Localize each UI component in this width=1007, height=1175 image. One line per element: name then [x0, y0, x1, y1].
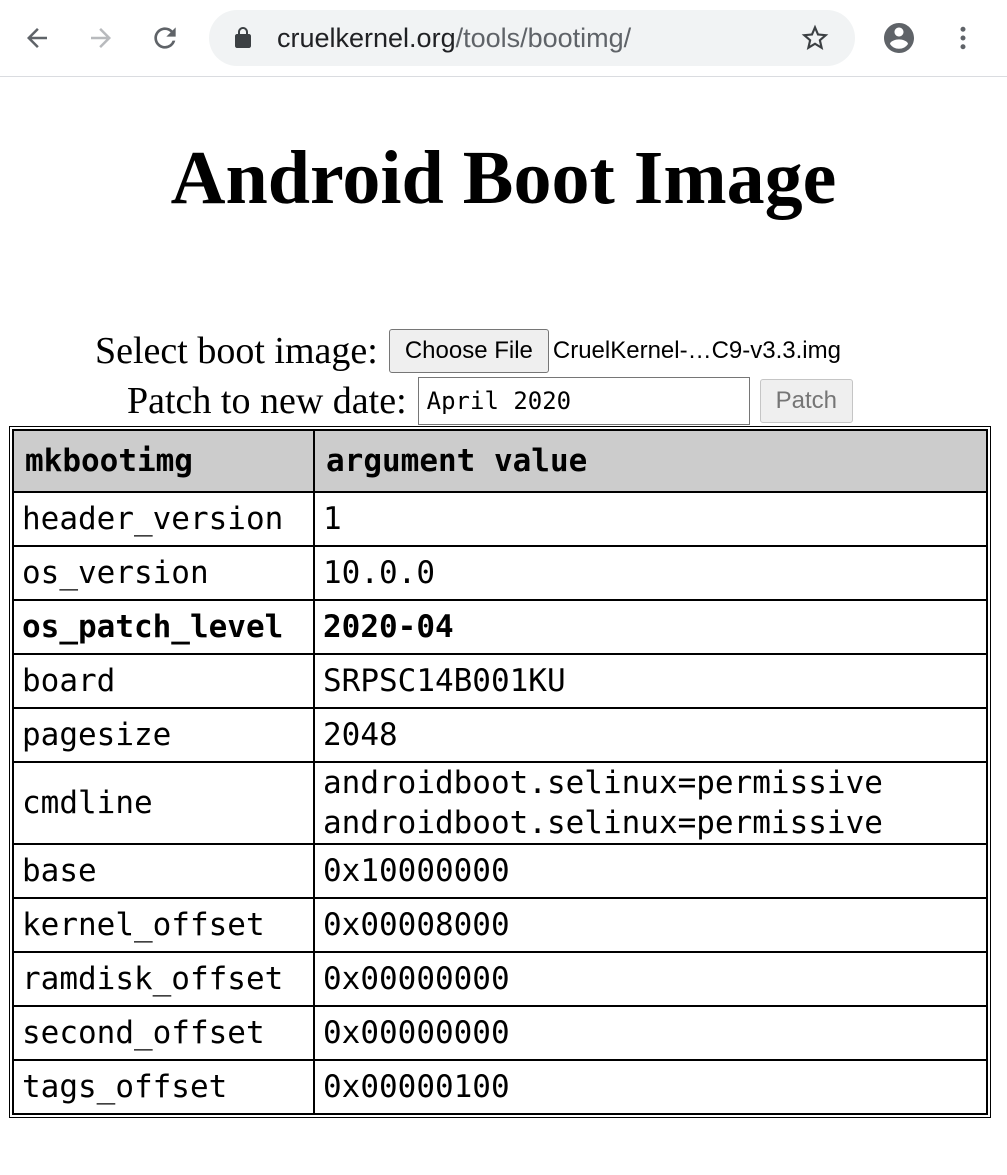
patch-button[interactable]: Patch: [759, 379, 854, 423]
page-title: Android Boot Image: [170, 136, 837, 220]
table-row: base 0x10000000: [13, 844, 987, 898]
header-mkbootimg: mkbootimg: [13, 430, 314, 492]
menu-button[interactable]: [939, 14, 987, 62]
url-path: /tools/bootimg/: [455, 23, 632, 53]
star-icon[interactable]: [799, 22, 831, 54]
row-name: second_offset: [13, 1006, 314, 1060]
table-row: cmdline androidboot.selinux=permissive a…: [13, 762, 987, 844]
table-row: second_offset 0x00000000: [13, 1006, 987, 1060]
address-bar[interactable]: cruelkernel.org/tools/bootimg/: [209, 10, 855, 66]
row-value: 1: [314, 492, 987, 546]
row-name: cmdline: [13, 762, 314, 844]
boot-image-table: mkbootimg argument value header_version …: [9, 426, 991, 1118]
cmdline-line: androidboot.selinux=permissive: [323, 805, 883, 841]
table-row: os_patch_level 2020-04: [13, 600, 987, 654]
patch-date-label: Patch to new date:: [127, 380, 407, 422]
row-name: board: [13, 654, 314, 708]
arrow-left-icon: [27, 28, 47, 48]
row-value: 2020-04: [314, 600, 987, 654]
row-value: 0x00000000: [314, 952, 987, 1006]
table-row: tags_offset 0x00000100: [13, 1060, 987, 1114]
table-row: os_version 10.0.0: [13, 546, 987, 600]
row-value: 0x00000000: [314, 1006, 987, 1060]
url-text: cruelkernel.org/tools/bootimg/: [277, 23, 631, 53]
row-name: header_version: [13, 492, 314, 546]
row-value: 2048: [314, 708, 987, 762]
back-button[interactable]: [13, 14, 61, 62]
row-name: ramdisk_offset: [13, 952, 314, 1006]
select-image-row: Select boot image: Choose File CruelKern…: [95, 326, 841, 376]
profile-button[interactable]: [875, 14, 923, 62]
row-name: kernel_offset: [13, 898, 314, 952]
header-argument-value: argument value: [314, 430, 987, 492]
selected-file-name: CruelKernel-…C9-v3.3.img: [552, 337, 841, 364]
row-name: os_version: [13, 546, 314, 600]
row-value: 10.0.0: [314, 546, 987, 600]
row-value: SRPSC14B001KU: [314, 654, 987, 708]
browser-toolbar: cruelkernel.org/tools/bootimg/: [0, 0, 1007, 77]
table-row: board SRPSC14B001KU: [13, 654, 987, 708]
row-value: 0x10000000: [314, 844, 987, 898]
table-header-row: mkbootimg argument value: [13, 430, 987, 492]
forward-button[interactable]: [77, 14, 125, 62]
row-name: pagesize: [13, 708, 314, 762]
choose-file-button[interactable]: Choose File: [388, 329, 549, 373]
select-image-label: Select boot image:: [95, 330, 378, 372]
row-value: 0x00008000: [314, 898, 987, 952]
date-input[interactable]: [417, 377, 750, 425]
row-name: os_patch_level: [13, 600, 314, 654]
url-host: cruelkernel.org: [277, 23, 456, 53]
more-vert-icon: [960, 26, 966, 50]
lock-icon: [235, 27, 251, 48]
table-row: kernel_offset 0x00008000: [13, 898, 987, 952]
cmdline-line: androidboot.selinux=permissive: [323, 765, 883, 801]
row-name: tags_offset: [13, 1060, 314, 1114]
table-row: ramdisk_offset 0x00000000: [13, 952, 987, 1006]
reload-button[interactable]: [141, 14, 189, 62]
row-value: androidboot.selinux=permissive androidbo…: [314, 762, 987, 844]
row-name: base: [13, 844, 314, 898]
account-circle-icon: [884, 23, 914, 53]
reload-icon: [154, 27, 176, 49]
patch-date-row: Patch to new date: Patch: [127, 376, 854, 426]
row-value: 0x00000100: [314, 1060, 987, 1114]
table-row: pagesize 2048: [13, 708, 987, 762]
table-row: header_version 1: [13, 492, 987, 546]
arrow-right-icon: [91, 28, 111, 48]
